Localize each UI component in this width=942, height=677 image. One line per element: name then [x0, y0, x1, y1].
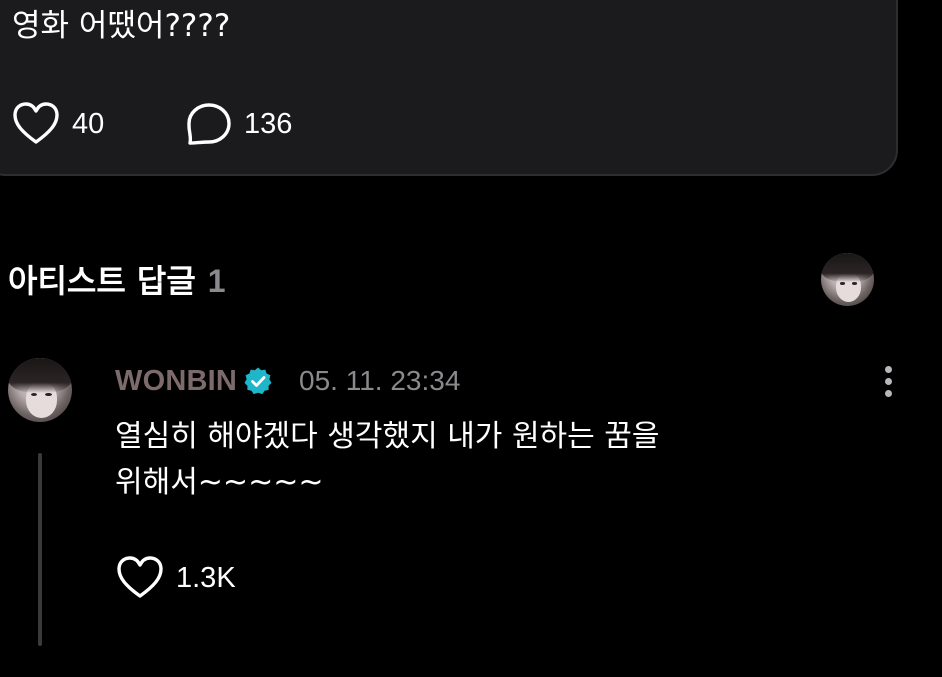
artist-replies-header: 아티스트 답글 1: [8, 256, 226, 302]
thread-line: [38, 453, 42, 646]
post-like-count: 40: [72, 107, 105, 140]
artist-replies-title: 아티스트 답글: [8, 262, 196, 300]
avatar-hair: [8, 358, 72, 394]
heart-outline-icon: [117, 556, 163, 598]
post-like-button[interactable]: 40: [12, 102, 104, 146]
comment-like-count: 1.3K: [176, 561, 236, 594]
artist-replies-count: 1: [207, 263, 226, 299]
comment-timestamp: 05. 11. 23:34: [299, 365, 461, 396]
more-vertical-icon-dot: [884, 389, 892, 397]
avatar-eye: [840, 282, 846, 285]
comment-text-line-2: 위해서~~~~~: [115, 465, 324, 500]
artist-avatar[interactable]: [821, 253, 874, 306]
avatar-eye: [851, 282, 858, 285]
heart-outline-icon: [13, 102, 59, 144]
verified-badge-icon: [244, 367, 272, 395]
post-text: 영화 어땠어????: [12, 8, 231, 44]
comment-header: WONBIN 05. 11. 23:34: [115, 362, 460, 400]
comment-text: 열심히 해야겠다 생각했지 내가 원하는 꿈을 위해서~~~~~: [115, 414, 835, 506]
comment-author-name[interactable]: WONBIN: [115, 365, 237, 398]
more-vertical-icon: [884, 365, 892, 373]
comment-author-avatar[interactable]: [8, 358, 72, 422]
comment-like-button[interactable]: 1.3K: [116, 556, 236, 600]
comment-text-line-1: 열심히 해야겠다 생각했지 내가 원하는 꿈을: [115, 419, 660, 454]
more-vertical-icon-dot: [884, 377, 892, 385]
more-options-button[interactable]: [874, 362, 902, 400]
speech-bubble-icon: [187, 103, 231, 145]
post-comment-button[interactable]: 136: [186, 102, 292, 146]
post-card: 영화 어땠어???? 40 136: [0, 0, 898, 176]
post-comment-count: 136: [244, 107, 293, 140]
avatar-hair: [821, 253, 874, 283]
